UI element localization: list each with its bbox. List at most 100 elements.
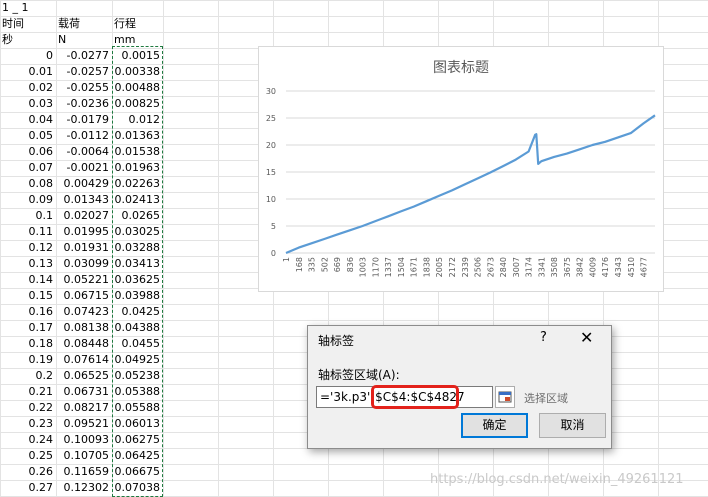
- header-cell[interactable]: 1 _ 1: [0, 0, 58, 16]
- table-cell[interactable]: 0.16: [0, 304, 54, 320]
- table-cell[interactable]: 0.15: [0, 288, 54, 304]
- highlight-box: [371, 385, 459, 409]
- table-cell[interactable]: -0.0236: [56, 96, 109, 112]
- x-tick-label: 836: [346, 257, 355, 272]
- collapse-dialog-button[interactable]: [495, 386, 515, 408]
- table-cell[interactable]: 0.08: [0, 176, 54, 192]
- y-tick-label: 30: [266, 87, 276, 96]
- table-cell[interactable]: 0.1: [0, 208, 54, 224]
- table-cell[interactable]: -0.0255: [56, 80, 109, 96]
- x-tick-label: 4009: [588, 257, 597, 277]
- table-cell[interactable]: 0.03099: [56, 256, 110, 272]
- table-cell[interactable]: -0.0179: [56, 112, 109, 128]
- table-cell[interactable]: 0.26: [0, 464, 54, 480]
- table-cell[interactable]: 0.08138: [56, 320, 110, 336]
- cancel-button[interactable]: 取消: [539, 413, 606, 438]
- table-cell[interactable]: 0.08217: [56, 400, 110, 416]
- table-cell[interactable]: 0.01931: [56, 240, 110, 256]
- select-area-hint: 选择区域: [524, 392, 568, 405]
- x-tick-label: 3341: [537, 257, 546, 277]
- ok-button[interactable]: 确定: [461, 413, 528, 438]
- table-cell[interactable]: 0.06731: [56, 384, 110, 400]
- x-tick-label: 4510: [627, 257, 636, 277]
- grid-row-line: [0, 0, 708, 1]
- table-cell[interactable]: -0.0021: [56, 160, 109, 176]
- table-cell[interactable]: 0.17: [0, 320, 54, 336]
- table-cell[interactable]: 0.19: [0, 352, 54, 368]
- close-icon[interactable]: ✕: [580, 328, 593, 347]
- x-tick-label: 1170: [371, 257, 380, 277]
- grid-column-line: [218, 0, 219, 497]
- chart[interactable]: 图表标题 0 5 10 15 20 25 30 1 168 335 502 669 836 1003 117…: [258, 46, 664, 292]
- x-tick-label: 2005: [435, 257, 444, 277]
- x-tick-label: 1003: [359, 257, 368, 277]
- table-cell[interactable]: 0.21: [0, 384, 54, 400]
- table-cell[interactable]: -0.0112: [56, 128, 109, 144]
- header-cell[interactable]: 秒: [0, 32, 58, 48]
- x-tick-label: 2172: [448, 257, 457, 277]
- table-cell[interactable]: 0.01343: [56, 192, 110, 208]
- table-cell[interactable]: -0.0064: [56, 144, 109, 160]
- table-cell[interactable]: 0.13: [0, 256, 54, 272]
- table-cell[interactable]: 0.08448: [56, 336, 110, 352]
- table-cell[interactable]: 0.06: [0, 144, 54, 160]
- header-cell[interactable]: 时间: [0, 16, 58, 32]
- table-cell[interactable]: 0.12: [0, 240, 54, 256]
- x-tick-label: 2506: [474, 257, 483, 277]
- x-tick-label: 1337: [384, 257, 393, 277]
- help-icon[interactable]: ?: [540, 330, 547, 345]
- table-cell[interactable]: 0.06715: [56, 288, 110, 304]
- y-tick-label: 25: [266, 114, 276, 123]
- x-tick-label: 1671: [410, 257, 419, 277]
- chart-plot: 0 5 10 15 20 25 30 1 168 335 502 669 836 1003 1170 1337…: [266, 87, 656, 277]
- table-cell[interactable]: 0.27: [0, 480, 54, 496]
- table-cell[interactable]: 0.11659: [56, 464, 110, 480]
- table-cell[interactable]: 0.11: [0, 224, 54, 240]
- table-cell[interactable]: 0.04: [0, 112, 54, 128]
- watermark: https://blog.csdn.net/weixin_49261121: [430, 472, 684, 487]
- table-cell[interactable]: 0.06525: [56, 368, 110, 384]
- table-cell[interactable]: 0.23: [0, 416, 54, 432]
- table-cell[interactable]: 0.22: [0, 400, 54, 416]
- x-tick-label: 3842: [576, 257, 585, 277]
- table-cell[interactable]: 0.01: [0, 64, 54, 80]
- x-tick-label: 4343: [614, 257, 623, 277]
- table-cell[interactable]: 0.24: [0, 432, 54, 448]
- header-cell[interactable]: 行程: [112, 16, 165, 32]
- table-cell[interactable]: 0.09521: [56, 416, 110, 432]
- x-tick-label: 502: [320, 257, 329, 272]
- table-cell[interactable]: 0.10093: [56, 432, 110, 448]
- table-cell[interactable]: 0.00429: [56, 176, 110, 192]
- table-cell[interactable]: 0.05221: [56, 272, 110, 288]
- table-cell[interactable]: 0.2: [0, 368, 54, 384]
- table-cell[interactable]: 0.03: [0, 96, 54, 112]
- table-cell[interactable]: 0.18: [0, 336, 54, 352]
- header-cell[interactable]: N: [56, 32, 114, 48]
- table-cell[interactable]: -0.0257: [56, 64, 109, 80]
- x-tick-label: 3508: [550, 257, 559, 277]
- table-cell[interactable]: 0.25: [0, 448, 54, 464]
- axis-label-dialog[interactable]: 轴标签 ? ✕ 轴标签区域(A): ='3k.p3'!$C$4:$C$4827 …: [307, 325, 612, 449]
- dialog-title: 轴标签: [318, 334, 355, 348]
- y-tick-label: 5: [271, 222, 276, 231]
- table-cell[interactable]: 0.02027: [56, 208, 110, 224]
- x-tick-label: 2339: [461, 257, 470, 277]
- range-select-icon: [498, 391, 512, 403]
- y-tick-label: 20: [266, 141, 276, 150]
- table-cell[interactable]: 0.07: [0, 160, 54, 176]
- header-cell[interactable]: 载荷: [56, 16, 114, 32]
- x-tick-label: 4176: [601, 257, 610, 277]
- table-cell[interactable]: 0.07614: [56, 352, 110, 368]
- table-cell[interactable]: 0.07423: [56, 304, 110, 320]
- table-cell[interactable]: -0.0277: [56, 48, 109, 64]
- table-cell[interactable]: 0.14: [0, 272, 54, 288]
- table-cell[interactable]: 0: [0, 48, 53, 64]
- table-cell[interactable]: 0.12302: [56, 480, 110, 496]
- table-cell[interactable]: 0.02: [0, 80, 54, 96]
- range-label: 轴标签区域(A):: [318, 368, 400, 382]
- table-cell[interactable]: 0.10705: [56, 448, 110, 464]
- table-cell[interactable]: 0.05: [0, 128, 54, 144]
- x-tick-label: 2673: [486, 257, 495, 277]
- table-cell[interactable]: 0.01995: [56, 224, 110, 240]
- table-cell[interactable]: 0.09: [0, 192, 54, 208]
